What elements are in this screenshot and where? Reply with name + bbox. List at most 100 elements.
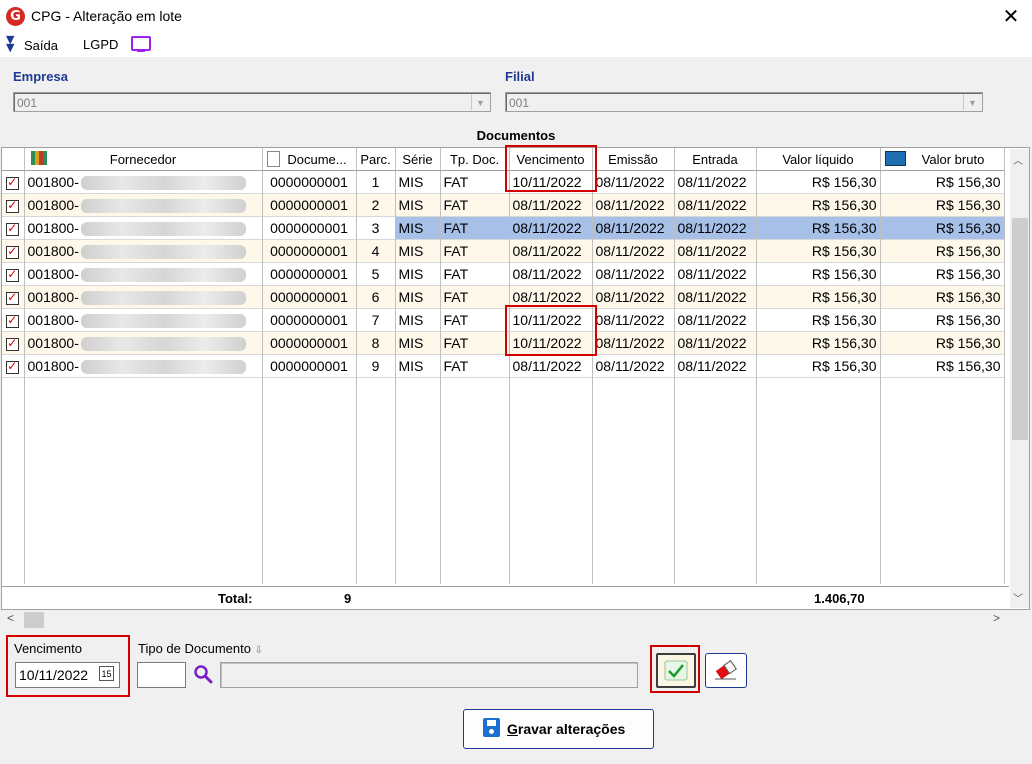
- cell-documento[interactable]: 0000000001: [262, 308, 357, 332]
- calendar-icon[interactable]: 15: [99, 666, 114, 681]
- cell-emissao[interactable]: 08/11/2022: [592, 170, 675, 194]
- cell-valor-liquido[interactable]: R$ 156,30: [756, 308, 881, 332]
- cell-valor-bruto[interactable]: R$ 156,30: [880, 354, 1005, 378]
- table-row[interactable]: 001800-00000000012MISFAT08/11/202208/11/…: [2, 193, 1005, 217]
- table-row[interactable]: 001800- 00000000016MISFAT 08/11/202208/11/…: [2, 285, 1005, 309]
- cell-documento[interactable]: 0000000001: [262, 262, 357, 286]
- cell-documento[interactable]: 0000000001: [262, 193, 357, 217]
- cell-valor-bruto[interactable]: R$ 156,30: [880, 285, 1005, 309]
- cell-parcela[interactable]: 7: [356, 308, 396, 332]
- header-valor-bruto[interactable]: Valor bruto: [880, 148, 1005, 171]
- row-checkbox[interactable]: [2, 170, 25, 194]
- row-checkbox[interactable]: [2, 354, 25, 378]
- table-row[interactable]: 001800-00000000019MISFAT08/11/202208/11/…: [2, 354, 1005, 378]
- cell-valor-liquido[interactable]: R$ 156,30: [756, 354, 881, 378]
- cell-tipo-doc[interactable]: FAT: [440, 216, 510, 240]
- cell-serie[interactable]: MIS: [395, 262, 441, 286]
- checkbox-checked-icon[interactable]: [6, 244, 20, 259]
- header-tipo-doc[interactable]: Tp. Doc.: [440, 148, 510, 171]
- cell-parcela[interactable]: 1: [356, 170, 396, 194]
- table-row[interactable]: 001800-00000000011MISFAT10/11/202208/11/…: [2, 170, 1005, 194]
- menu-lgpd[interactable]: LGPD: [83, 37, 118, 52]
- table-row[interactable]: 001800-00000000015MISFAT08/11/202208/11/…: [2, 262, 1005, 286]
- cell-entrada[interactable]: 08/11/2022: [674, 308, 757, 332]
- cell-valor-bruto[interactable]: R$ 156,30: [880, 239, 1005, 263]
- menu-saida[interactable]: Saída: [24, 38, 58, 53]
- checkbox-checked-icon[interactable]: [6, 313, 20, 328]
- cell-emissao[interactable]: 08/11/2022: [592, 193, 675, 217]
- checkbox-checked-icon[interactable]: [6, 359, 20, 374]
- cell-fornecedor[interactable]: 001800-: [24, 170, 263, 194]
- cell-serie[interactable]: MIS: [395, 354, 441, 378]
- cell-documento[interactable]: 0000000001: [262, 239, 357, 263]
- cell-tipo-doc[interactable]: FAT: [440, 170, 510, 194]
- checkbox-checked-icon[interactable]: [6, 267, 20, 282]
- row-checkbox[interactable]: [2, 285, 25, 309]
- scroll-up-icon[interactable]: ︿: [1013, 152, 1023, 167]
- row-checkbox[interactable]: [2, 239, 25, 263]
- cell-entrada[interactable]: 08/11/2022: [674, 193, 757, 217]
- cell-valor-liquido[interactable]: R$ 156,30: [756, 170, 881, 194]
- cell-entrada[interactable]: 08/11/2022: [674, 262, 757, 286]
- scroll-left-icon[interactable]: <: [7, 611, 14, 625]
- cell-fornecedor[interactable]: 001800-: [24, 216, 263, 240]
- cell-tipo-doc[interactable]: FAT: [440, 354, 510, 378]
- scroll-right-icon[interactable]: >: [993, 611, 1000, 625]
- chevron-down-icon[interactable]: ▼: [471, 94, 489, 110]
- header-parcela[interactable]: Parc.: [356, 148, 396, 171]
- cell-serie[interactable]: MIS: [395, 216, 441, 240]
- cell-fornecedor[interactable]: 001800-: [24, 239, 263, 263]
- cell-entrada[interactable]: 08/11/2022: [674, 285, 757, 309]
- cell-valor-liquido[interactable]: R$ 156,30: [756, 239, 881, 263]
- cell-fornecedor[interactable]: 001800-: [24, 354, 263, 378]
- cell-emissao[interactable]: 08/11/2022: [592, 262, 675, 286]
- row-checkbox[interactable]: [2, 262, 25, 286]
- chevron-down-icon[interactable]: ▼: [963, 94, 981, 110]
- exit-arrow-icon[interactable]: ▼ ▼: [6, 34, 14, 53]
- checkbox-checked-icon[interactable]: [6, 175, 20, 190]
- cell-fornecedor[interactable]: 001800-: [24, 262, 263, 286]
- cell-serie[interactable]: MIS: [395, 239, 441, 263]
- cell-vencimento[interactable]: 08/11/2022: [509, 354, 593, 378]
- cell-parcela[interactable]: 9: [356, 354, 396, 378]
- scroll-down-icon[interactable]: ﹀: [1013, 590, 1023, 605]
- cell-serie[interactable]: MIS: [395, 193, 441, 217]
- cell-valor-bruto[interactable]: R$ 156,30: [880, 262, 1005, 286]
- cell-vencimento[interactable]: 08/11/2022: [509, 262, 593, 286]
- checkbox-checked-icon[interactable]: [6, 336, 20, 351]
- cell-serie[interactable]: MIS: [395, 331, 441, 355]
- cell-valor-liquido[interactable]: R$ 156,30: [756, 262, 881, 286]
- cell-tipo-doc[interactable]: FAT: [440, 285, 510, 309]
- cell-entrada[interactable]: 08/11/2022: [674, 216, 757, 240]
- header-entrada[interactable]: Entrada: [674, 148, 757, 171]
- cell-parcela[interactable]: 2: [356, 193, 396, 217]
- cell-documento[interactable]: 0000000001: [262, 354, 357, 378]
- cell-entrada[interactable]: 08/11/2022: [674, 354, 757, 378]
- cell-entrada[interactable]: 08/11/2022: [674, 170, 757, 194]
- cell-parcela[interactable]: 4: [356, 239, 396, 263]
- cell-tipo-doc[interactable]: FAT: [440, 239, 510, 263]
- cell-documento[interactable]: 0000000001: [262, 331, 357, 355]
- cell-tipo-doc[interactable]: FAT: [440, 262, 510, 286]
- cell-vencimento[interactable]: 08/11/2022: [509, 193, 593, 217]
- row-checkbox[interactable]: [2, 216, 25, 240]
- cell-documento[interactable]: 0000000001: [262, 170, 357, 194]
- cell-documento[interactable]: 0000000001: [262, 285, 357, 309]
- cell-vencimento[interactable]: 08/11/2022: [509, 216, 593, 240]
- row-checkbox[interactable]: [2, 193, 25, 217]
- cell-emissao[interactable]: 08/11/2022: [592, 239, 675, 263]
- filial-select[interactable]: 001 ▼: [505, 92, 983, 112]
- header-emissao[interactable]: Emissão: [592, 148, 675, 171]
- cell-serie[interactable]: MIS: [395, 285, 441, 309]
- table-row[interactable]: 001800-00000000018MISFAT10/11/202208/11/…: [2, 331, 1005, 355]
- search-icon[interactable]: [193, 664, 213, 684]
- vertical-scroll-thumb[interactable]: [1012, 218, 1028, 440]
- cell-fornecedor[interactable]: 001800-: [24, 331, 263, 355]
- cell-parcela[interactable]: 3: [356, 216, 396, 240]
- header-check[interactable]: [2, 148, 25, 171]
- cell-serie[interactable]: MIS: [395, 308, 441, 332]
- cell-emissao[interactable]: 08/11/2022: [592, 331, 675, 355]
- close-button[interactable]: ✕: [996, 3, 1026, 29]
- table-row[interactable]: 001800-00000000014MISFAT08/11/202208/11/…: [2, 239, 1005, 263]
- cell-valor-bruto[interactable]: R$ 156,30: [880, 308, 1005, 332]
